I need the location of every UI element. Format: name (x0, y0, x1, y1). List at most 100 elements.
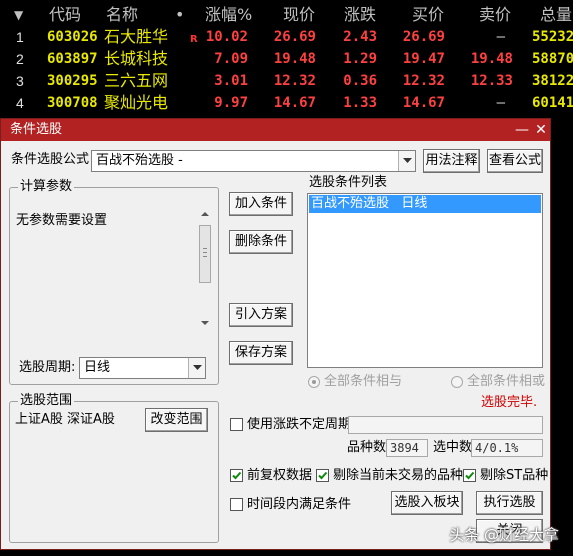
scope-title: 选股范围 (18, 393, 75, 409)
change: 1.33 (343, 95, 377, 111)
change-pct: 3.01 (214, 73, 248, 89)
selected-value: 4/0.1% (471, 439, 543, 457)
quote-row[interactable]: 2 603897 长城科技 7.09 19.48 1.29 19.47 19.4… (0, 48, 573, 70)
period-label: 选股周期: (19, 360, 76, 375)
dialog-title-bar[interactable]: 条件选股 — ✕ (1, 119, 550, 141)
scope-value: 上证A股 深证A股 (15, 412, 115, 427)
scroll-up-icon[interactable] (198, 209, 212, 219)
col-header-bid[interactable]: 买价 (412, 3, 444, 27)
change-pct: 10.02 (205, 29, 248, 45)
quote-row[interactable]: 3 300295 三六五网 3.01 12.32 0.36 12.32 12.3… (0, 70, 573, 92)
forward-adjust-checkbox[interactable] (230, 469, 243, 482)
price: 19.48 (273, 51, 316, 67)
close-icon[interactable]: ✕ (532, 121, 550, 139)
ask: — (496, 29, 505, 45)
row-index: 4 (16, 95, 24, 111)
stock-code: 603026 (47, 29, 98, 45)
stock-count-value: 3894 (386, 439, 428, 457)
sort-arrow-icon[interactable]: ▼ (14, 3, 23, 27)
stock-name: 三六五网 (104, 71, 169, 90)
no-params-text: 无参数需要设置 (16, 213, 108, 228)
calc-params-title: 计算参数 (18, 179, 75, 195)
scroll-down-icon[interactable] (198, 318, 212, 328)
ask: — (496, 95, 505, 111)
quote-row[interactable]: 1 603026 石大胜华 R 10.02 26.69 2.43 26.69 —… (0, 26, 573, 48)
row-index: 3 (16, 73, 24, 89)
dropdown-arrow-icon[interactable] (188, 358, 205, 378)
condition-list[interactable]: 百战不殆选股 日线 (307, 193, 543, 368)
volume: 38122 (532, 73, 573, 89)
exclude-suspended-label: 剔除当前未交易的品种 (333, 468, 464, 483)
stock-name: 长城科技 (104, 49, 169, 68)
period-value: 日线 (84, 360, 111, 375)
stock-code: 603897 (47, 51, 98, 67)
col-header-name[interactable]: 名称 (106, 3, 138, 27)
execute-button[interactable]: 执行选股 (476, 491, 543, 515)
col-header-code[interactable]: 代码 (49, 3, 81, 27)
col-header-dot: • (175, 5, 185, 24)
minimize-icon[interactable]: — (513, 121, 531, 139)
volume: 60141 (532, 95, 573, 111)
view-formula-button[interactable]: 查看公式 (487, 149, 543, 173)
price: 14.67 (273, 95, 316, 111)
exclude-suspended-checkbox[interactable] (316, 469, 329, 482)
volume: 55232 (532, 29, 573, 45)
condition-list-label: 选股条件列表 (309, 175, 388, 190)
scroll-thumb[interactable] (199, 225, 211, 283)
ask: 19.48 (470, 51, 513, 67)
radio-and-label: 全部条件相与 (324, 374, 403, 389)
to-block-button[interactable]: 选股入板块 (391, 491, 463, 515)
bid: 19.47 (402, 51, 445, 67)
stock-name: 聚灿光电 (104, 93, 169, 112)
forward-adjust-label: 前复权数据 (247, 468, 313, 483)
delete-condition-button[interactable]: 删除条件 (229, 230, 293, 254)
row-index: 2 (16, 51, 24, 67)
add-condition-button[interactable]: 加入条件 (229, 192, 293, 216)
variable-period-label: 使用涨跌不定周期 (247, 417, 352, 432)
radio-and[interactable] (308, 376, 320, 388)
col-header-ask[interactable]: 卖价 (479, 3, 511, 27)
exclude-st-checkbox[interactable] (463, 469, 476, 482)
dropdown-arrow-icon[interactable] (398, 151, 415, 171)
dialog-title: 条件选股 (10, 122, 63, 137)
change-pct: 7.09 (214, 51, 248, 67)
usage-notes-button[interactable]: 用法注释 (423, 149, 480, 173)
bid: 14.67 (402, 95, 445, 111)
col-header-volume[interactable]: 总量 (540, 3, 572, 27)
period-select[interactable]: 日线 (79, 357, 206, 379)
stock-quote-table: ▼ 代码 名称 • 涨幅% 现价 涨跌 买价 卖价 总量 1 603026 石大… (0, 0, 573, 118)
formula-value: 百战不殆选股 - (96, 153, 183, 168)
variable-period-field[interactable] (348, 416, 543, 434)
bid: 26.69 (402, 29, 445, 45)
radio-or-label: 全部条件相或 (467, 374, 546, 389)
exclude-st-label: 剔除ST品种 (480, 468, 549, 483)
price: 26.69 (273, 29, 316, 45)
condition-list-item[interactable]: 百战不殆选股 日线 (309, 195, 541, 213)
change-pct: 9.97 (214, 95, 248, 111)
time-range-label: 时间段内满足条件 (247, 497, 352, 512)
bid: 12.32 (402, 73, 445, 89)
col-header-change[interactable]: 涨跌 (344, 3, 376, 27)
col-header-change-pct[interactable]: 涨幅% (205, 3, 252, 27)
stock-code: 300708 (47, 95, 98, 111)
save-plan-button[interactable]: 保存方案 (229, 341, 293, 365)
price: 12.32 (273, 73, 316, 89)
change-scope-button[interactable]: 改变范围 (145, 408, 208, 432)
col-header-price[interactable]: 现价 (283, 3, 315, 27)
volume: 58870 (532, 51, 573, 67)
watermark: 头条 @财经大拿 (449, 526, 559, 544)
formula-label: 条件选股公式 (11, 152, 90, 167)
stock-name: 石大胜华 (104, 27, 169, 46)
import-plan-button[interactable]: 引入方案 (229, 303, 293, 327)
stock-count-label: 品种数 (347, 440, 387, 455)
time-range-checkbox[interactable] (230, 498, 243, 511)
change: 2.43 (343, 29, 377, 45)
status-text: 选股完毕. (481, 395, 538, 410)
variable-period-checkbox[interactable] (230, 418, 243, 431)
radio-or[interactable] (451, 376, 463, 388)
stock-code: 300295 (47, 73, 98, 89)
ask: 12.33 (470, 73, 513, 89)
formula-select[interactable]: 百战不殆选股 - (91, 150, 416, 172)
quote-row[interactable]: 4 300708 聚灿光电 9.97 14.67 1.33 14.67 — 60… (0, 92, 573, 114)
params-scrollbar[interactable] (198, 207, 212, 330)
